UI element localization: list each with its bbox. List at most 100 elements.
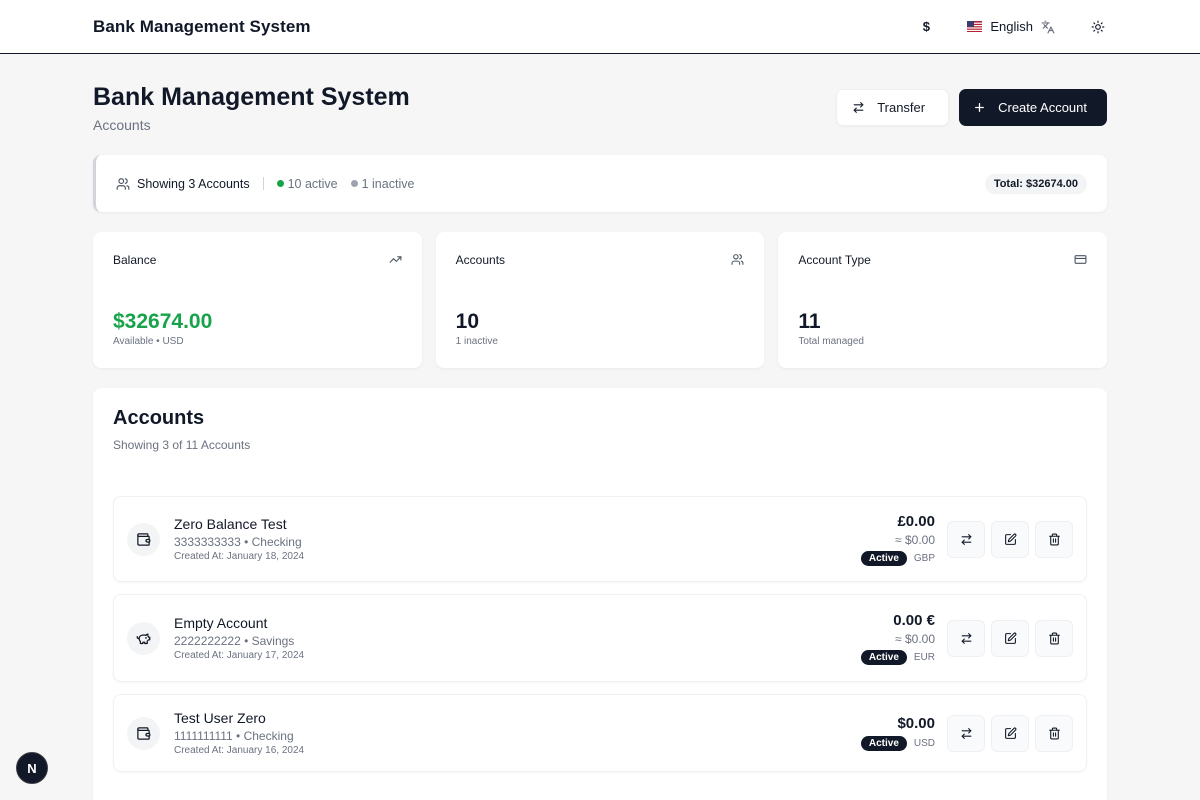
status-badge: Active [860,550,907,566]
theme-toggle-button[interactable] [1083,12,1113,42]
navbar-actions: $ English [911,12,1107,42]
account-name: Test User Zero [174,710,266,726]
top-navbar: Bank Management System $ English [0,0,1200,54]
accounts-panel: Accounts Showing 3 of 11 Accounts Zero B… [93,388,1107,800]
page-title-block: Bank Management System Accounts [93,83,410,133]
account-number-type: 3333333333 • Checking [174,535,302,549]
transfer-account-button[interactable] [947,714,985,752]
delete-account-button[interactable] [1035,619,1073,657]
delete-account-button[interactable] [1035,714,1073,752]
edit-account-button[interactable] [991,714,1029,752]
trash-icon [1048,727,1060,739]
transfer-account-button[interactable] [947,619,985,657]
account-avatar [127,621,160,655]
inactive-dot-icon [350,180,358,187]
account-type-card: Account Type 11 Total managed [778,232,1108,368]
balance-card-sub: Available • USD [113,336,184,347]
delete-account-button[interactable] [1035,520,1073,558]
summary-bar: Showing 3 Accounts 10 active 1 inactive … [93,155,1107,212]
summary-showing-text: Showing 3 Accounts [137,176,250,191]
summary-divider [262,177,264,190]
currency-code: USD [913,738,935,749]
transfer-account-button[interactable] [947,520,985,558]
arrows-left-right-icon [961,533,971,545]
sun-icon [1091,20,1105,33]
account-name: Zero Balance Test [174,516,287,532]
account-actions [947,714,1073,752]
users-icon [731,254,744,265]
account-actions [947,619,1073,657]
transfer-button[interactable]: Transfer [836,89,950,126]
page-content: Bank Management System Accounts Transfer… [0,83,1200,800]
accounts-title: Accounts [113,407,205,429]
wallet-icon [137,532,151,546]
account-row[interactable]: Zero Balance Test 3333333333 • Checking … [113,496,1087,582]
us-flag-icon [967,21,983,32]
account-converted-balance: ≈ $0.00 [895,532,935,547]
trash-icon [1048,632,1060,644]
transfer-button-label: Transfer [877,100,926,115]
accounts-card-label: Accounts [455,253,506,267]
create-account-button-label: Create Account [998,100,1087,115]
currency-code: EUR [913,651,935,663]
credit-card-icon [1074,255,1087,264]
header-actions: Transfer Create Account [836,89,1107,126]
page-title: Bank Management System [93,83,410,111]
trending-up-icon [389,256,402,263]
total-badge: Total: $32674.00 [984,173,1087,194]
balance-card: Balance $32674.00 Available • USD [93,232,422,368]
account-avatar [127,522,160,556]
account-info: Test User Zero 1111111111 • Checking Cre… [174,710,861,756]
account-amounts: 0.00 € ≈ $0.00 Active EUR [860,611,935,665]
create-account-button[interactable]: Create Account [959,89,1107,126]
arrows-left-right-icon [853,102,864,113]
translate-icon [1041,20,1055,33]
plus-icon [975,103,985,112]
currency-code: GBP [913,552,935,564]
account-number-type: 2222222222 • Savings [174,634,295,648]
account-badges: Active GBP [860,550,935,566]
account-amounts: $0.00 Active USD [860,715,935,751]
active-dot-icon [276,180,284,187]
dev-tools-badge[interactable]: N [16,752,48,784]
arrows-left-right-icon [961,632,971,644]
page-header: Bank Management System Accounts Transfer… [93,83,1107,155]
status-badge: Active [860,736,907,751]
edit-account-button[interactable] [991,619,1029,657]
inactive-count-text: 1 inactive [361,176,415,191]
account-row[interactable]: Empty Account 2222222222 • Savings Creat… [113,594,1087,682]
edit-icon [1004,533,1016,545]
balance-card-label: Balance [113,253,157,267]
status-badge: Active [860,649,907,665]
edit-account-button[interactable] [991,520,1029,558]
wallet-icon [137,726,151,740]
language-label: English [990,19,1033,34]
active-count: 10 active [276,177,338,191]
arrows-left-right-icon [961,727,971,739]
accounts-card: Accounts 10 1 inactive [435,232,765,368]
edit-icon [1004,727,1016,739]
language-selector[interactable]: English [963,12,1059,42]
account-row[interactable]: Test User Zero 1111111111 • Checking Cre… [113,694,1087,772]
account-created-date: Created At: January 16, 2024 [174,745,305,756]
account-type-card-label: Account Type [798,253,871,267]
account-info: Zero Balance Test 3333333333 • Checking … [174,516,861,562]
account-balance: £0.00 [897,512,935,530]
balance-card-value: $32674.00 [113,310,213,333]
trash-icon [1048,533,1060,545]
accounts-subtitle: Showing 3 of 11 Accounts [113,438,251,452]
navbar-brand[interactable]: Bank Management System [93,17,311,37]
inactive-count: 1 inactive [350,176,415,191]
piggy-bank-icon [136,633,151,644]
edit-icon [1004,632,1016,644]
account-type-card-sub: Total managed [798,336,864,347]
account-balance: 0.00 € [893,611,935,629]
accounts-card-sub: 1 inactive [455,336,498,347]
currency-button[interactable]: $ [911,12,941,42]
account-number-type: 1111111111 • Checking [174,729,294,743]
account-actions [947,520,1073,558]
users-icon [116,177,130,190]
account-converted-balance: ≈ $0.00 [895,631,935,646]
account-badges: Active USD [860,736,935,751]
account-info: Empty Account 2222222222 • Savings Creat… [174,615,861,661]
